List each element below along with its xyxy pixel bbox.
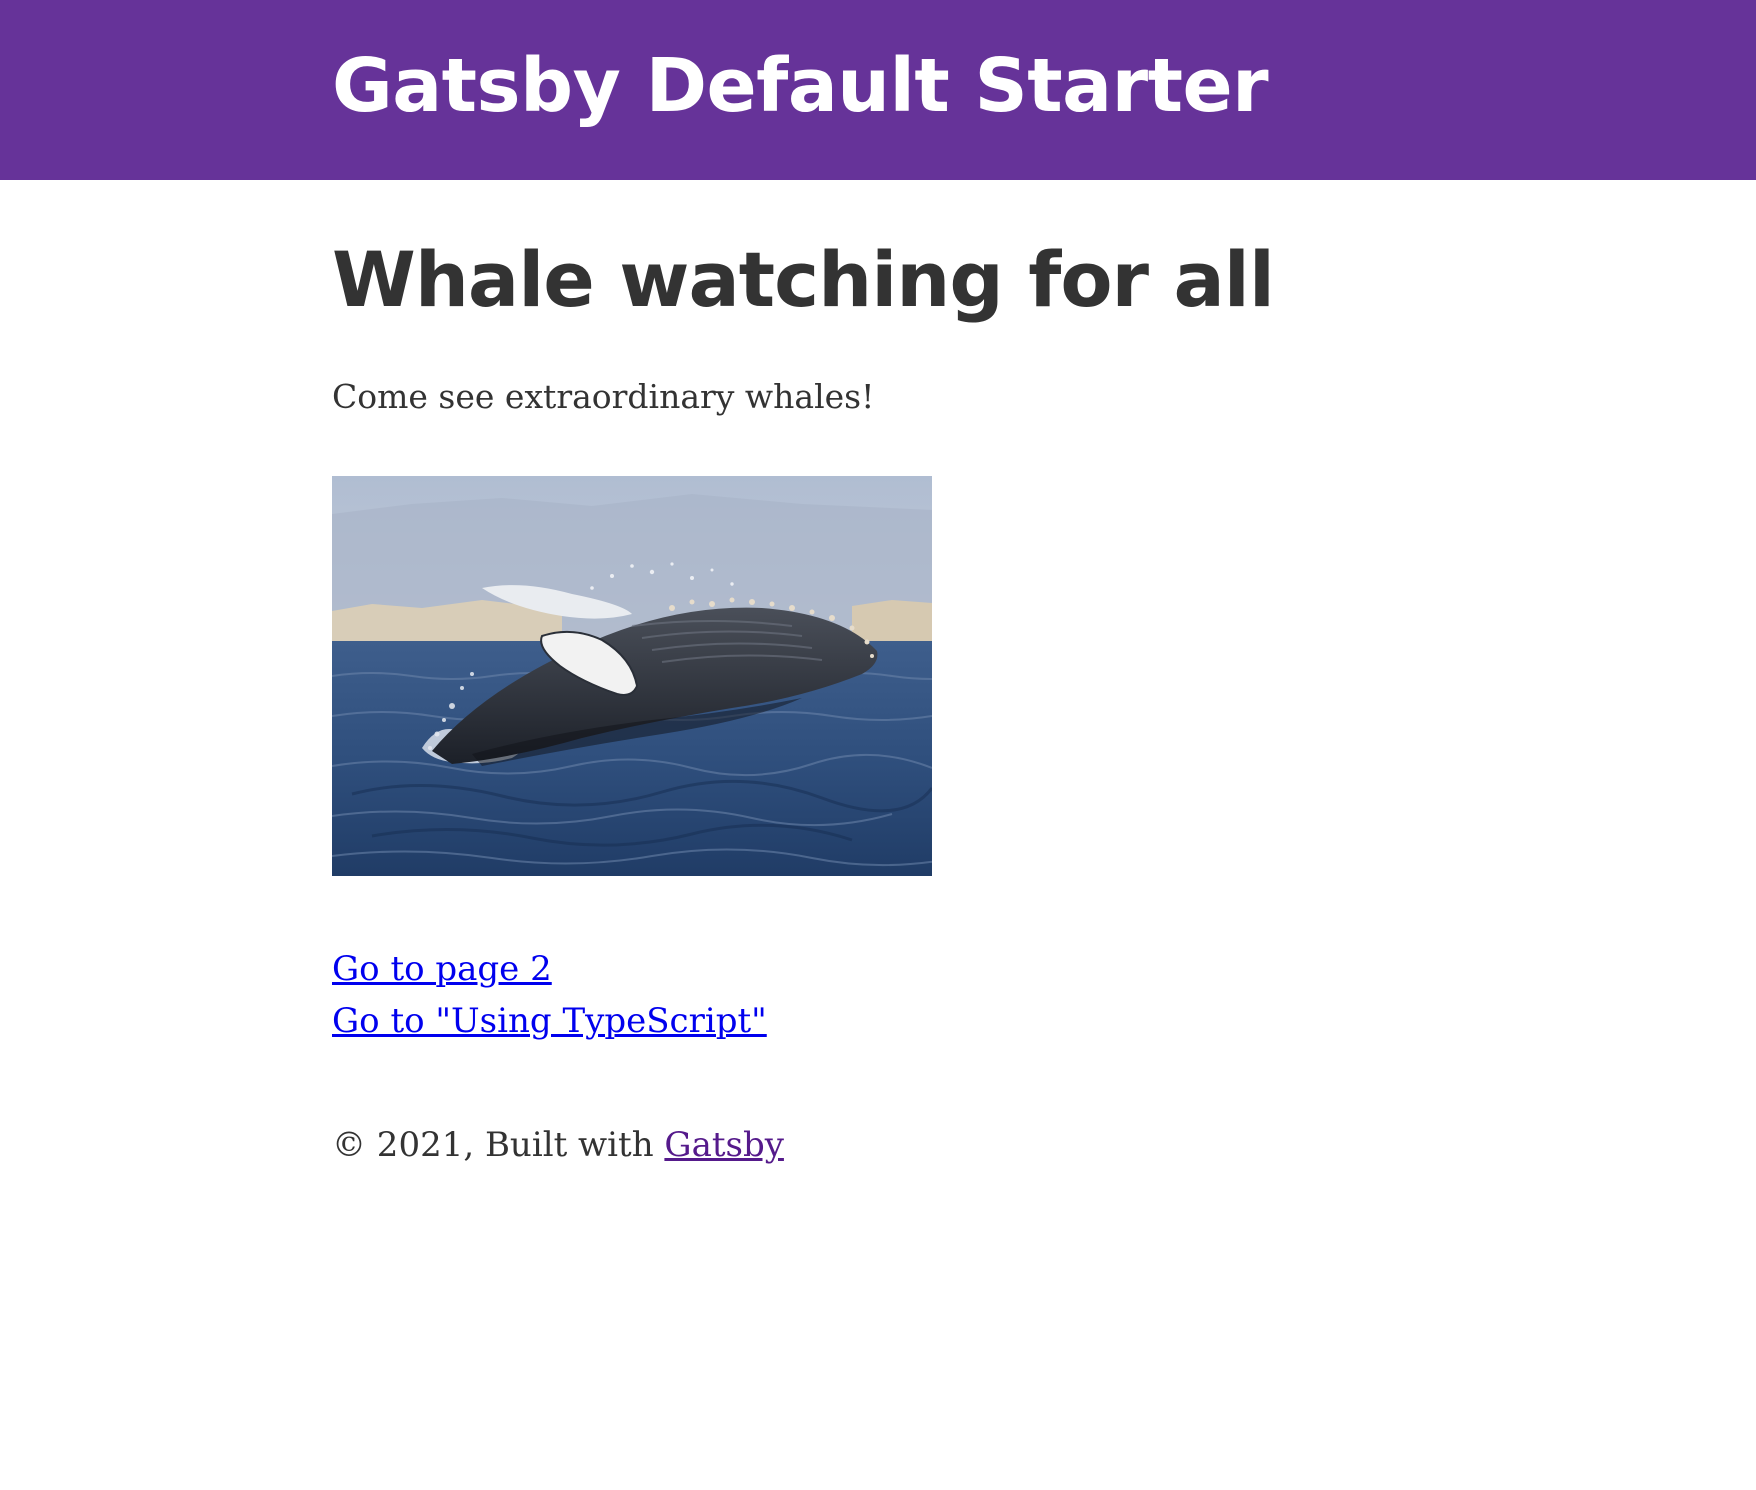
whale-image [332, 476, 932, 876]
site-title-link[interactable]: Gatsby Default Starter [332, 36, 1269, 136]
intro-text: Come see extraordinary whales! [332, 377, 875, 416]
site-footer: © 2021, Built with Gatsby [332, 1121, 784, 1169]
footer-text: © 2021, Built with [332, 1125, 665, 1165]
site-header: Gatsby Default Starter [0, 0, 1756, 180]
page-heading: Whale watching for all [332, 235, 1275, 324]
using-typescript-link[interactable]: Go to "Using TypeScript" [332, 997, 767, 1045]
gatsby-link[interactable]: Gatsby [664, 1125, 784, 1165]
page-2-link[interactable]: Go to page 2 [332, 945, 552, 993]
